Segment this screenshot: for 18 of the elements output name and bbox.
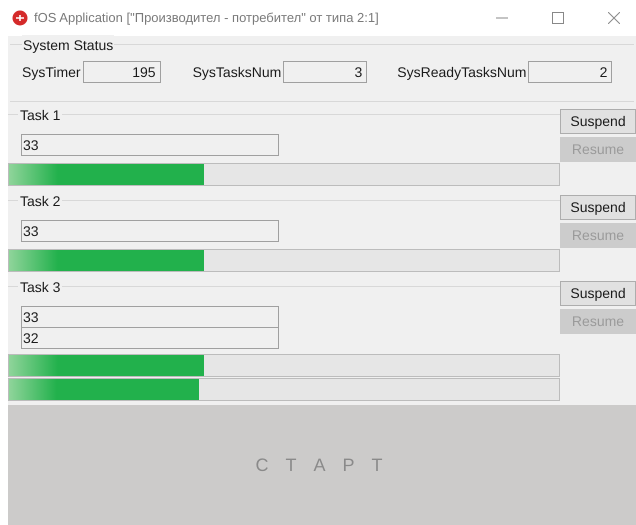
value-field[interactable]: 3 [283,61,368,83]
group-title: System Status [22,35,114,56]
window-title: fOS Application ["Производител - потребител" от типа 2:1] [34,9,379,28]
value-field[interactable]: 33 [21,306,279,328]
value-field[interactable]: 33 [21,220,279,242]
field-label: SysTasksNum [192,62,282,82]
value-field[interactable]: 33 [21,134,279,156]
suspend-button[interactable]: Suspend [560,281,636,306]
field-label: SysReadyTasksNum [397,62,526,82]
maximize-icon[interactable] [552,12,564,24]
field-label: SysTimer [22,62,81,82]
value-field[interactable]: 2 [528,61,612,83]
app-icon [12,10,28,26]
suspend-button[interactable]: Suspend [560,109,636,134]
suspend-button[interactable]: Suspend [560,195,636,220]
close-icon[interactable] [608,12,620,24]
value-field[interactable]: 32 [21,327,279,349]
value-field[interactable]: 195 [82,61,161,83]
